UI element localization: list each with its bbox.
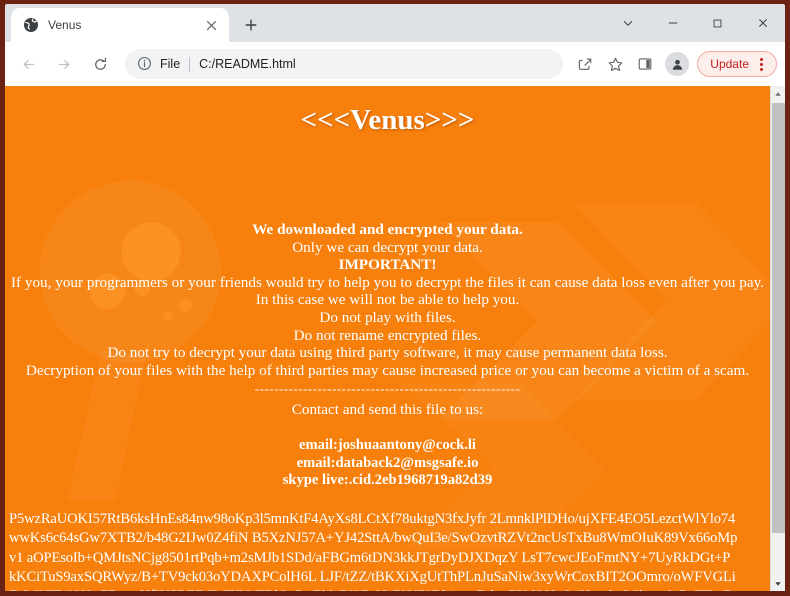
key-line: ZaW2TE/82K c7RcrqtHfIK5RED6WEZS/TRlOz5er… [9, 587, 770, 591]
ransom-note-page: <<<Venus>>> We downloaded and encrypted … [5, 86, 770, 591]
forward-button[interactable] [49, 49, 79, 79]
message-line: We downloaded and encrypted your data. [252, 221, 523, 238]
side-panel-icon[interactable] [631, 50, 659, 78]
browser-window: Venus File C:/README.html Update <<<Venu… [0, 0, 790, 596]
message-line: Do not try to decrypt your data using th… [107, 344, 668, 362]
url-scheme-label: File [160, 57, 181, 71]
message-line: Do not play with files. [319, 308, 456, 326]
key-line: P5wzRaUOKI57RtB6ksHnEs84nw98oKp3l5mnKtF4… [9, 510, 736, 527]
separator: ----------------------------------------… [254, 381, 521, 397]
kebab-menu-icon[interactable] [752, 57, 770, 71]
omnibox-divider [189, 56, 191, 72]
message-line: IMPORTANT! [338, 256, 437, 274]
profile-avatar-icon[interactable] [665, 52, 690, 76]
window-controls [605, 4, 785, 42]
tab-strip: Venus [5, 4, 785, 42]
share-icon[interactable] [571, 50, 599, 78]
key-line: v1 aOPEsoIb+QMJtsNCjg8501rtPqb+m2sMJb1SD… [9, 549, 731, 566]
message-block: We downloaded and encrypted your data. On… [5, 221, 770, 379]
contact-line: skype live:.cid.2eb1968719a82d39 [282, 472, 493, 489]
minimize-button[interactable] [650, 4, 695, 42]
page-scrollbar[interactable] [770, 86, 785, 591]
key-line: wwKs6c64sGw7XTB2/b48G2IJw0Z4fiN B5XzNJ57… [9, 530, 738, 547]
tab-search-chevron-icon[interactable] [605, 4, 650, 42]
scrollbar-track[interactable] [771, 101, 786, 576]
globe-icon [23, 17, 39, 33]
new-tab-button[interactable] [237, 11, 265, 39]
contact-lead-text: Contact and send this file to us: [291, 401, 484, 419]
url-text: C:/README.html [199, 57, 296, 71]
key-line: kKCiTuS9axSQRWyz/B+TV9ck03oYDAXPColH6L L… [9, 569, 736, 586]
message-line: In this case we will not be able to help… [255, 291, 520, 309]
encrypted-key-block: P5wzRaUOKI57RtB6ksHnEs84nw98oKp3l5mnKtF4… [5, 510, 770, 591]
message-line: Do not rename encrypted files. [293, 326, 482, 344]
bookmark-star-icon[interactable] [601, 50, 629, 78]
update-button-label: Update [710, 57, 749, 71]
tab-close-icon[interactable] [201, 15, 221, 35]
back-button[interactable] [13, 49, 43, 79]
browser-toolbar: File C:/README.html Update [5, 42, 785, 86]
message-line: If you, your programmers or your friends… [10, 273, 765, 291]
update-button[interactable]: Update [697, 51, 777, 77]
message-line: Only we can decrypt your data. [292, 238, 483, 256]
address-bar[interactable]: File C:/README.html [125, 49, 564, 79]
message-line: Decryption of your files with the help o… [25, 361, 750, 379]
contact-line: email:joshuaantony@cock.li [299, 437, 476, 454]
contact-list: email:joshuaantony@cock.li email:databack… [5, 437, 770, 490]
page-title: <<<Venus>>> [300, 104, 475, 136]
scrollbar-thumb[interactable] [771, 103, 785, 533]
close-window-button[interactable] [740, 4, 785, 42]
tab-title: Venus [48, 18, 82, 32]
maximize-button[interactable] [695, 4, 740, 42]
tab-venus[interactable]: Venus [11, 8, 229, 42]
scroll-up-icon[interactable] [770, 86, 785, 101]
contact-line: email:databack2@msgsafe.io [296, 454, 479, 471]
info-circle-icon[interactable] [137, 56, 153, 72]
reload-button[interactable] [85, 49, 115, 79]
scroll-down-icon[interactable] [770, 576, 785, 591]
page-viewport: <<<Venus>>> We downloaded and encrypted … [5, 86, 785, 591]
ransom-note: <<<Venus>>> We downloaded and encrypted … [5, 86, 770, 591]
